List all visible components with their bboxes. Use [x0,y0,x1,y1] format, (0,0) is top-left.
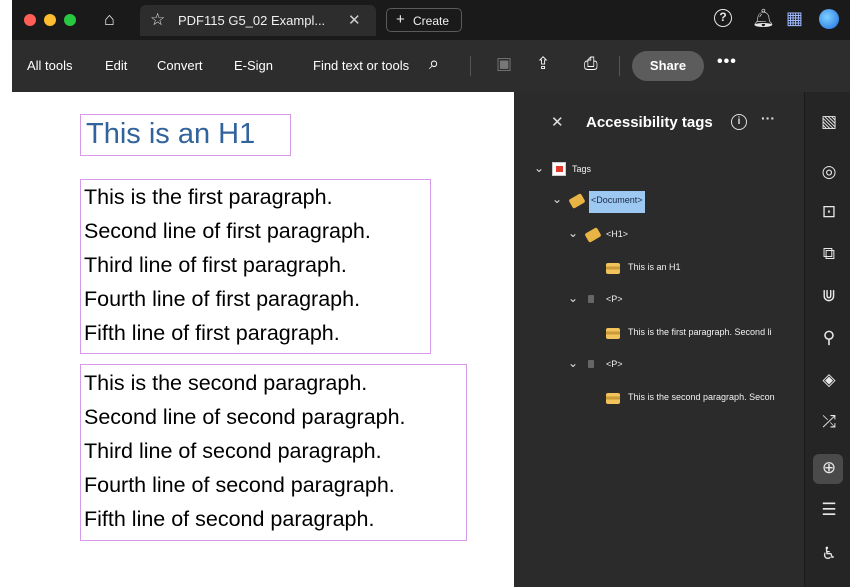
tree-label: This is the first paragraph. Second li [628,327,772,337]
accessibility-tags-icon[interactable]: ⊕ [819,458,839,478]
more-icon[interactable]: ••• [717,53,737,71]
link-icon[interactable]: ⚲ [819,328,839,348]
document-heading: This is an H1 [86,118,256,150]
window-minimize-button[interactable] [44,14,56,26]
tree-node-h1[interactable]: ⌄ <H1> [568,225,688,247]
comment-icon[interactable]: ◎ [819,162,839,182]
find-text-button[interactable]: Find text or tools [313,58,409,73]
content-icon [606,393,620,404]
tag-icon [568,193,586,209]
paragraph-line: This is the first paragraph. [84,185,333,209]
chevron-down-icon[interactable]: ⌄ [568,226,578,240]
home-icon[interactable]: ⌂ [104,9,115,29]
profile-icon[interactable] [819,9,839,29]
right-tool-rail: ▧ ◎ ⊡ ⧉ ⋓ ⚲ ◈ ⤮ ⊕ ☰ ♿︎ [804,92,850,587]
document-view: This is an H1 This is the first paragrap… [12,92,514,587]
content-icon [606,263,620,274]
pages-icon[interactable]: ⧉ [819,244,839,264]
toolbar-divider [470,56,471,76]
paragraph-line: Fifth line of second paragraph. [84,507,375,531]
chevron-down-icon[interactable]: ⌄ [568,291,578,305]
print-icon[interactable]: ⎙ [584,54,598,74]
create-button[interactable]: + Create [386,8,462,32]
tab-title: PDF115 G5_02 Exampl... [178,13,326,28]
upload-icon[interactable]: ⇪ [536,54,550,74]
chevron-down-icon[interactable]: ⌄ [552,192,562,206]
search-icon[interactable]: ⌕ [429,53,439,74]
tab-bar: ⌂ ☆ PDF115 G5_02 Exampl... ✕ + Create ? … [12,0,850,40]
tag-icon [584,227,602,243]
panel-title: Accessibility tags [586,114,713,131]
apps-icon[interactable]: ▦ [786,8,803,28]
edit-button[interactable]: Edit [105,58,127,73]
h1-tag-box[interactable]: This is an H1 [80,114,291,156]
window-close-button[interactable] [24,14,36,26]
esign-button[interactable]: E-Sign [234,58,273,73]
toolbar-divider [619,56,620,76]
accessibility-check-icon[interactable]: ♿︎ [819,544,839,564]
paragraph-2-tag-box[interactable]: This is the second paragraph. Second lin… [80,364,467,541]
paragraph-line: Fifth line of first paragraph. [84,321,340,345]
star-icon[interactable]: ☆ [150,10,165,30]
app-window: ⌂ ☆ PDF115 G5_02 Exampl... ✕ + Create ? … [12,0,850,587]
help-icon[interactable]: ? [714,9,732,27]
tree-label: <P> [606,294,623,304]
tree-label-selected: <Document> [589,191,645,213]
toolbar: All tools Edit Convert E-Sign Find text … [12,40,850,92]
pdf-icon [552,162,566,176]
tree-label: <H1> [606,229,629,239]
paragraph-line: Fourth line of first paragraph. [84,287,361,311]
content-icon [606,328,620,339]
paragraph-1-tag-box[interactable]: This is the first paragraph. Second line… [80,179,431,354]
tree-node-p2-content[interactable]: This is the second paragraph. Secon [606,388,804,410]
paragraph-line: Second line of second paragraph. [84,405,406,429]
tree-node-p2[interactable]: ⌄ <P> [568,355,688,377]
tag-icon [588,295,594,303]
plus-icon: + [396,11,405,28]
tree-node-p1[interactable]: ⌄ <P> [568,290,688,312]
content-tree-icon[interactable]: ☰ [819,500,839,520]
document-tab[interactable]: ☆ PDF115 G5_02 Exampl... ✕ [140,5,376,36]
paragraph-line: Fourth line of second paragraph. [84,473,395,497]
info-icon[interactable]: i [731,114,747,130]
create-label: Create [413,14,450,28]
accessibility-tags-panel: ✕ Accessibility tags i ··· ⌄ Tags ⌄ <Doc… [514,92,804,587]
paragraph-line: Third line of first paragraph. [84,253,347,277]
all-tools-button[interactable]: All tools [27,58,73,73]
tree-label: This is an H1 [628,262,681,272]
tree-label: This is the second paragraph. Secon [628,392,775,402]
layers-icon[interactable]: ◈ [819,370,839,390]
save-icon[interactable]: ▣ [496,54,512,74]
bookmark-icon[interactable]: ⊡ [819,202,839,222]
more-icon[interactable]: ··· [761,110,775,126]
share-button[interactable]: Share [632,51,704,81]
edit-panel-icon[interactable]: ▧ [819,112,839,132]
tree-label: Tags [572,164,592,174]
convert-button[interactable]: Convert [157,58,203,73]
close-panel-icon[interactable]: ✕ [551,113,564,131]
order-icon[interactable]: ⤮ [819,412,839,432]
tree-node-document[interactable]: ⌄ <Document> [552,191,702,213]
tag-icon [588,360,594,368]
paragraph-line: Third line of second paragraph. [84,439,382,463]
window-maximize-button[interactable] [64,14,76,26]
chevron-down-icon[interactable]: ⌄ [534,161,544,175]
chevron-down-icon[interactable]: ⌄ [568,356,578,370]
bell-icon[interactable]: 🔔︎ [752,8,775,28]
tree-label: <P> [606,359,623,369]
close-icon[interactable]: ✕ [348,11,361,29]
attachments-icon[interactable]: ⋓ [819,286,839,306]
paragraph-line: This is the second paragraph. [84,371,368,395]
paragraph-line: Second line of first paragraph. [84,219,371,243]
tree-node-p1-content[interactable]: This is the first paragraph. Second li [606,323,804,345]
tree-node-tags[interactable]: ⌄ Tags [534,160,654,182]
tree-node-h1-content[interactable]: This is an H1 [606,258,766,280]
